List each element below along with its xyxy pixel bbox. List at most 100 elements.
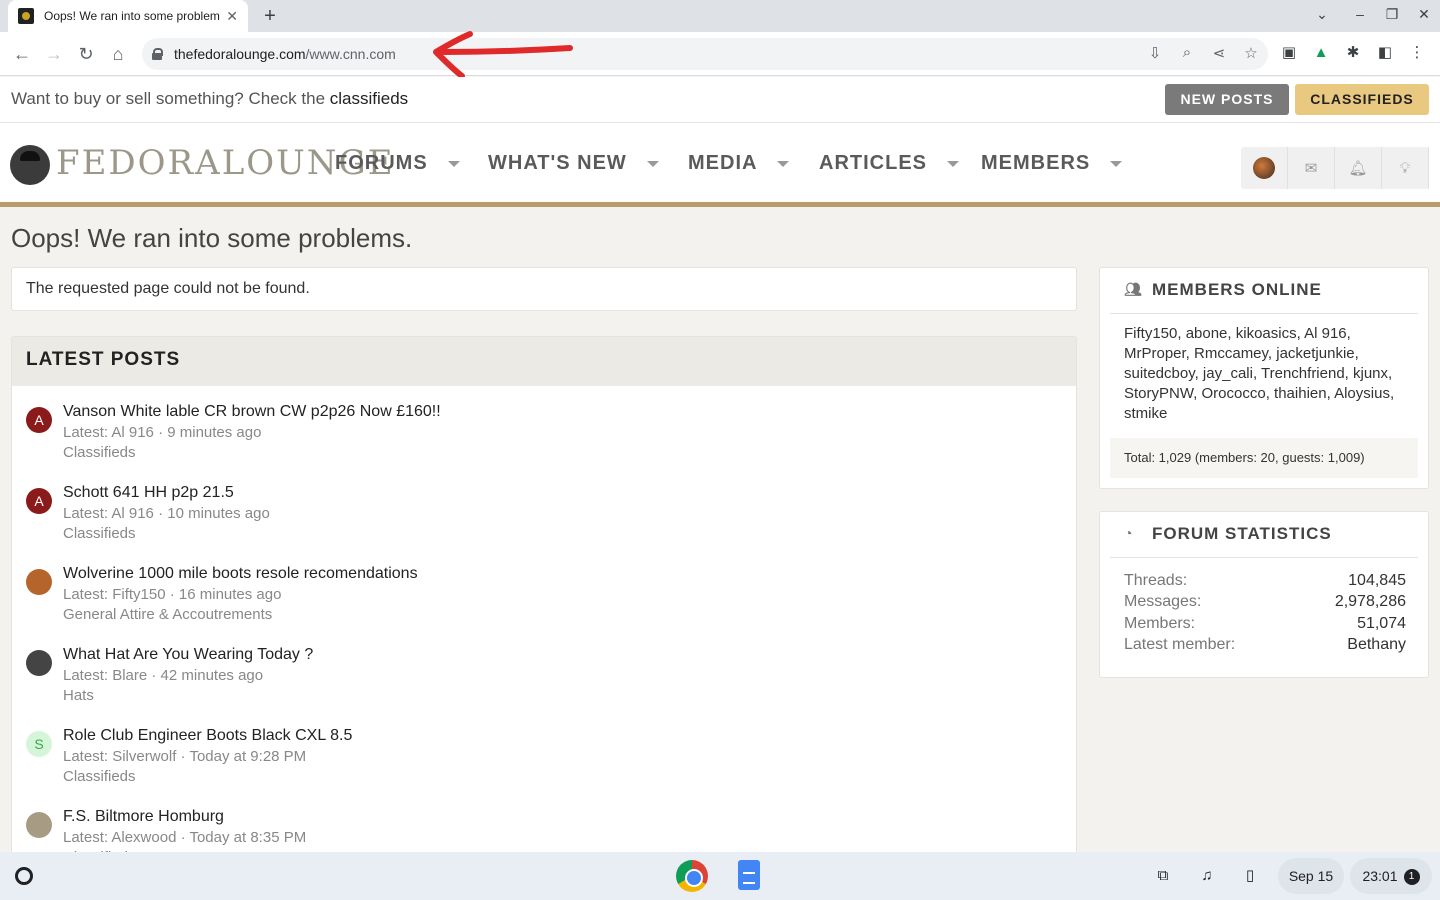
browser-toolbar: ← → ↻ ⌂ thefedoralounge.com/www.cnn.com … xyxy=(0,32,1440,76)
close-window-icon[interactable]: ✕ xyxy=(1414,6,1434,23)
post-forum-link[interactable]: General Attire & Accoutrements xyxy=(63,606,272,623)
forward-icon[interactable]: → xyxy=(42,42,66,66)
avatar[interactable] xyxy=(26,650,52,676)
post-title-link[interactable]: Role Club Engineer Boots Black CXL 8.5 xyxy=(63,727,352,745)
browser-tab[interactable]: Oops! We ran into some problem ✕ xyxy=(8,0,248,32)
avatar[interactable]: S xyxy=(26,731,52,757)
media-controls-icon[interactable]: ♫ xyxy=(1191,862,1223,890)
latest-member-link[interactable]: Bethany xyxy=(1347,636,1406,654)
chevron-down-icon[interactable] xyxy=(646,160,659,167)
nav-members-label: MEMBERS xyxy=(981,152,1091,174)
install-icon[interactable]: ⇩ xyxy=(1146,44,1164,62)
menu-dots-icon[interactable]: ⋮ xyxy=(1408,44,1426,62)
forum-statistics-header: ◔ FORUM STATISTICS xyxy=(1124,524,1332,544)
os-shelf: ⧉ ♫ ▯ Sep 15 23:01 1 xyxy=(0,852,1440,900)
nav-members[interactable]: MEMBERS xyxy=(981,152,1123,175)
avatar[interactable]: A xyxy=(26,407,52,433)
chrome-app-icon[interactable] xyxy=(676,860,708,892)
google-drive-icon[interactable]: ▲ xyxy=(1312,44,1330,62)
chevron-down-icon[interactable] xyxy=(447,160,460,167)
launcher-icon[interactable] xyxy=(8,860,40,892)
lightbulb-icon[interactable]: 💡︎ xyxy=(1382,147,1429,189)
chevron-down-icon[interactable] xyxy=(1110,160,1123,167)
nav-articles[interactable]: ARTICLES xyxy=(819,152,959,175)
account-avatar[interactable] xyxy=(1241,147,1288,189)
bookmark-star-icon[interactable]: ☆ xyxy=(1242,44,1260,62)
classifieds-button[interactable]: CLASSIFIEDS xyxy=(1295,84,1429,115)
members-online-list[interactable]: Fifty150, abone, kikoasics, Al 916, MrPr… xyxy=(1124,324,1414,424)
post-meta: Latest: Silverwolf · Today at 9:28 PM xyxy=(63,748,307,765)
side-panel-icon[interactable]: ◧ xyxy=(1376,44,1394,62)
post-meta: Latest: Al 916 · 10 minutes ago xyxy=(63,505,270,522)
forum-statistics-block: ◔ FORUM STATISTICS Threads: 104,845 Messag… xyxy=(1099,511,1429,678)
user-bar: ✉ 🔔︎ 💡︎ xyxy=(1241,147,1429,189)
close-tab-icon[interactable]: ✕ xyxy=(226,8,238,25)
post-title-link[interactable]: F.S. Biltmore Homburg xyxy=(63,808,224,826)
avatar[interactable] xyxy=(26,812,52,838)
extension-icon[interactable]: ▣ xyxy=(1280,44,1298,62)
nav-articles-label: ARTICLES xyxy=(819,152,927,174)
minimize-icon[interactable]: – xyxy=(1350,6,1370,22)
latest-posts-block: LATEST POSTS A Vanson White lable CR brow… xyxy=(11,336,1077,852)
inbox-icon[interactable]: ✉ xyxy=(1288,147,1335,189)
url-host: thefedoralounge.com xyxy=(174,46,306,62)
stat-label: Threads: xyxy=(1124,572,1188,589)
post-title-link[interactable]: What Hat Are You Wearing Today ? xyxy=(63,646,313,664)
new-posts-button[interactable]: NEW POSTS xyxy=(1165,84,1289,115)
nav-media[interactable]: MEDIA xyxy=(688,152,790,175)
share-icon[interactable]: ⋖ xyxy=(1210,44,1228,62)
notice-text-label: Want to buy or sell something? Check the xyxy=(11,89,330,108)
chevron-down-icon[interactable] xyxy=(947,160,959,167)
error-message: The requested page could not be found. xyxy=(11,267,1077,311)
reload-icon[interactable]: ↻ xyxy=(74,42,98,66)
latest-posts-title: LATEST POSTS xyxy=(12,337,1076,386)
post-forum-link[interactable]: Classifieds xyxy=(63,525,136,542)
extensions-puzzle-icon[interactable]: ✱ xyxy=(1344,44,1362,62)
classifieds-link[interactable]: classifieds xyxy=(330,89,408,108)
logo-icon[interactable] xyxy=(10,145,50,185)
members-online-title[interactable]: MEMBERS ONLINE xyxy=(1152,280,1322,300)
nav-forums[interactable]: FORUMS xyxy=(335,152,460,175)
post-forum-link[interactable]: Hats xyxy=(63,687,94,704)
post-meta: Latest: Fifty150 · 16 minutes ago xyxy=(63,586,282,603)
stat-value: 51,074 xyxy=(1357,615,1406,632)
status-area[interactable]: 23:01 1 xyxy=(1350,858,1432,894)
divider xyxy=(1110,313,1418,314)
post-meta: Latest: Blare · 42 minutes ago xyxy=(63,667,264,684)
chevron-down-icon[interactable] xyxy=(777,160,790,167)
forum-statistics-title: FORUM STATISTICS xyxy=(1152,524,1332,543)
members-total: Total: 1,029 (members: 20, guests: 1,009… xyxy=(1110,438,1418,478)
notice-bar: Want to buy or sell something? Check the… xyxy=(0,77,1440,123)
phone-hub-icon[interactable]: ▯ xyxy=(1234,862,1266,890)
avatar[interactable]: A xyxy=(26,488,52,514)
tab-title: Oops! We ran into some problem xyxy=(44,9,220,23)
url-path: /www.cnn.com xyxy=(305,46,396,62)
address-bar[interactable]: thefedoralounge.com/www.cnn.com ⇩ ⌕ ⋖ ☆ xyxy=(142,38,1268,70)
restore-icon[interactable]: ❐ xyxy=(1382,6,1402,23)
screen-capture-icon[interactable]: ⧉ xyxy=(1147,862,1179,890)
post-meta: Latest: Al 916 · 9 minutes ago xyxy=(63,424,262,441)
post-title-link[interactable]: Wolverine 1000 mile boots resole recomen… xyxy=(63,565,418,583)
post-forum-link[interactable]: Classifieds xyxy=(63,768,136,785)
home-icon[interactable]: ⌂ xyxy=(106,42,130,66)
nav-whats-new[interactable]: WHAT'S NEW xyxy=(488,152,659,175)
notification-badge: 1 xyxy=(1403,869,1420,886)
stat-messages: Messages: 2,978,286 xyxy=(1124,593,1406,611)
date-display[interactable]: Sep 15 xyxy=(1278,858,1344,894)
post-title-link[interactable]: Vanson White lable CR brown CW p2p26 Now… xyxy=(63,403,441,421)
post-forum-link[interactable]: Classifieds xyxy=(63,444,136,461)
back-icon[interactable]: ← xyxy=(10,42,34,66)
post-title-link[interactable]: Schott 641 HH p2p 21.5 xyxy=(63,484,234,502)
tab-search-icon[interactable]: ⌄ xyxy=(1312,6,1332,23)
stat-value: 2,978,286 xyxy=(1334,593,1406,610)
docs-app-icon[interactable] xyxy=(738,860,760,890)
alerts-bell-icon[interactable]: 🔔︎ xyxy=(1335,147,1382,189)
lock-icon[interactable] xyxy=(152,48,163,60)
clock-time: 23:01 xyxy=(1362,868,1398,884)
avatar-icon xyxy=(1253,157,1275,179)
avatar[interactable] xyxy=(26,569,52,595)
new-tab-button[interactable]: + xyxy=(258,4,282,28)
nav-forums-label: FORUMS xyxy=(335,152,428,174)
zoom-icon[interactable]: ⌕ xyxy=(1178,44,1196,62)
stat-latest-member: Latest member: Bethany xyxy=(1124,636,1406,654)
